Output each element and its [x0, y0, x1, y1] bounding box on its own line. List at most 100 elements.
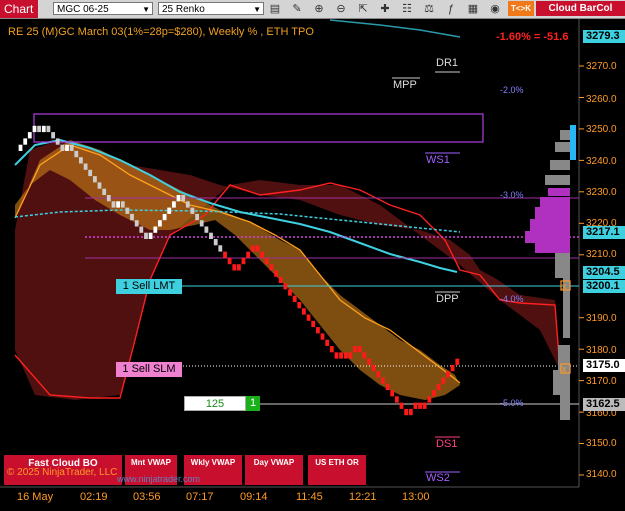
renko-brick — [139, 226, 144, 233]
order-marker-x: x — [562, 281, 567, 291]
chart-plot[interactable]: x x — [0, 0, 625, 511]
renko-brick — [69, 144, 74, 151]
renko-brick — [209, 232, 213, 239]
renko-brick — [274, 270, 278, 277]
renko-brick — [362, 352, 367, 359]
y-tick: 3210.0 — [586, 249, 617, 260]
level-dr1: DR1 — [436, 57, 459, 69]
order-quantity[interactable]: 125 — [184, 396, 246, 411]
renko-brick — [269, 264, 274, 271]
cloud-barcol-button[interactable]: Cloud BarCol — [536, 1, 625, 16]
camera-icon[interactable]: ◉ — [488, 2, 502, 16]
x-tick: 03:56 — [133, 491, 161, 503]
pencil-icon[interactable]: ✎ — [290, 2, 304, 16]
renko-brick — [232, 264, 237, 271]
renko-brick — [399, 402, 404, 409]
y-tick: 3150.0 — [586, 438, 617, 449]
y-tick: 3240.0 — [586, 156, 617, 167]
renko-brick — [204, 226, 209, 233]
renko-brick — [306, 314, 311, 321]
order-count[interactable]: 1 — [246, 396, 260, 411]
renko-brick — [450, 364, 455, 372]
renko-brick — [148, 232, 153, 239]
renko-brick — [37, 125, 41, 133]
renko-brick — [27, 132, 32, 139]
renko-brick — [404, 408, 409, 416]
renko-brick — [455, 358, 460, 365]
x-tick: 07:17 — [186, 491, 214, 503]
indicators-icon[interactable]: ƒ — [444, 2, 458, 16]
pct-level-4: -4.0% — [500, 294, 524, 304]
level-dpp: DPP — [436, 293, 459, 305]
y-tick: 3170.0 — [586, 376, 617, 387]
day-vwap-button[interactable]: Day VWAP — [245, 455, 303, 485]
pointer-icon[interactable]: ⇱ — [356, 2, 370, 16]
x-tick: 12:21 — [349, 491, 377, 503]
renko-brick — [260, 251, 264, 258]
renko-brick — [413, 402, 418, 409]
renko-brick — [125, 207, 130, 214]
crosshair-icon[interactable]: ✚ — [378, 2, 392, 16]
renko-brick — [199, 220, 204, 227]
pct-level-2: -2.0% — [500, 85, 524, 95]
y-tick: 3270.0 — [586, 61, 617, 72]
renko-brick — [116, 201, 120, 208]
renko-brick — [83, 163, 88, 170]
renko-brick — [288, 289, 292, 296]
bars-icon[interactable]: ▤ — [268, 2, 282, 16]
renko-brick — [153, 226, 158, 233]
x-tick: 02:19 — [80, 491, 108, 503]
renko-brick — [102, 188, 107, 195]
renko-brick — [162, 213, 167, 221]
price-tag-ma-top: 3279.3 — [583, 30, 625, 43]
renko-brick — [311, 320, 316, 328]
pct-level-5: -5.0% — [500, 398, 524, 408]
grid-icon[interactable]: ▦ — [466, 2, 480, 16]
y-tick: 3230.0 — [586, 187, 617, 198]
zoom-out-icon[interactable]: ⊖ — [334, 2, 348, 16]
renko-brick — [32, 125, 37, 133]
level-ws2: WS2 — [426, 472, 450, 484]
renko-brick — [446, 371, 450, 378]
highlight-box[interactable] — [33, 113, 484, 143]
strategy-icon[interactable]: ⚖ — [422, 2, 436, 16]
percent-change: -1.60% = -51.6 — [496, 31, 569, 43]
renko-brick — [79, 157, 83, 164]
renko-brick — [292, 295, 297, 302]
sell-lmt-order[interactable]: 1 Sell LMT — [116, 279, 182, 294]
renko-brick — [144, 232, 148, 239]
cloud-label: Cloud — [548, 3, 577, 14]
us-eth-button[interactable]: US ETH OR — [308, 455, 366, 485]
bar-type-select[interactable]: 25 Renko ▼ — [158, 2, 264, 15]
price-tag-last: 3175.0 — [583, 359, 625, 372]
properties-icon[interactable]: ☷ — [400, 2, 414, 16]
renko-brick — [106, 195, 111, 202]
renko-brick — [158, 220, 162, 227]
renko-brick — [334, 352, 339, 359]
renko-brick — [246, 251, 251, 258]
tck-button[interactable]: T<>K — [508, 1, 534, 16]
y-tick: 3260.0 — [586, 94, 617, 105]
renko-brick — [264, 257, 269, 265]
instrument-value: MGC 06-25 — [57, 4, 109, 15]
renko-brick — [190, 207, 195, 214]
level-ws1: WS1 — [426, 154, 450, 166]
renko-brick — [93, 176, 97, 183]
renko-brick — [181, 195, 186, 202]
instrument-select[interactable]: MGC 06-25 ▼ — [53, 2, 153, 15]
renko-brick — [237, 264, 241, 271]
renko-brick — [65, 144, 69, 151]
renko-brick — [250, 245, 255, 252]
pct-level-3: -3.0% — [500, 190, 524, 200]
zoom-in-icon[interactable]: ⊕ — [312, 2, 326, 16]
renko-brick — [46, 125, 51, 133]
sell-slm-order[interactable]: 1 Sell SLM — [116, 362, 182, 377]
renko-brick — [111, 201, 116, 208]
price-tag-ma: 3217.1 — [583, 226, 625, 239]
x-tick: 13:00 — [402, 491, 430, 503]
renko-brick — [172, 201, 176, 208]
renko-brick — [297, 302, 302, 309]
chart-menu-button[interactable]: Chart — [0, 0, 38, 18]
renko-brick — [167, 207, 172, 214]
renko-brick — [134, 220, 139, 227]
